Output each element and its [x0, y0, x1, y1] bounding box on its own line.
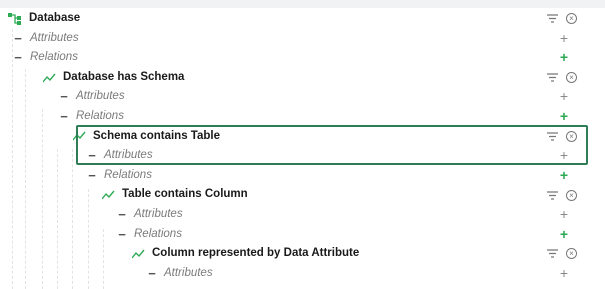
- relations-label: Relations: [104, 168, 152, 181]
- filter-icon[interactable]: [547, 249, 558, 259]
- add-relation-button[interactable]: +: [557, 225, 571, 245]
- trend-line-icon: [43, 73, 56, 83]
- add-attribute-button[interactable]: +: [557, 264, 571, 284]
- add-attribute-button[interactable]: +: [557, 29, 571, 49]
- collapse-icon[interactable]: −: [116, 205, 128, 225]
- collapse-icon[interactable]: −: [12, 48, 24, 68]
- trend-line-icon: [102, 190, 115, 200]
- collapse-icon[interactable]: −: [12, 29, 24, 49]
- attributes-label: Attributes: [30, 31, 79, 44]
- close-circle-icon[interactable]: ×: [566, 13, 577, 25]
- attributes-label: Attributes: [134, 207, 183, 220]
- node-label: Schema contains Table: [93, 129, 220, 142]
- node-label: Column represented by Data Attribute: [152, 247, 360, 260]
- relations-label: Relations: [30, 51, 78, 64]
- collapse-icon[interactable]: −: [86, 146, 98, 166]
- collapse-icon[interactable]: −: [58, 107, 70, 127]
- tree-row-relations[interactable]: − Relations +: [0, 166, 605, 186]
- tree-row-attributes[interactable]: − Attributes +: [0, 264, 605, 284]
- node-label: Database: [29, 12, 81, 24]
- add-attribute-button[interactable]: +: [557, 87, 571, 107]
- tree-row-column-represented-by-data-attribute[interactable]: Column represented by Data Attribute ×: [0, 244, 605, 264]
- filter-icon[interactable]: [547, 132, 558, 141]
- top-strip: [0, 0, 605, 8]
- relations-label: Relations: [134, 227, 182, 240]
- tree-row-relations[interactable]: − Relations +: [0, 48, 605, 68]
- attributes-label: Attributes: [104, 149, 153, 162]
- close-circle-icon[interactable]: ×: [566, 189, 577, 201]
- add-attribute-button[interactable]: +: [557, 146, 571, 166]
- close-circle-icon[interactable]: ×: [566, 248, 577, 260]
- tree-row-database-has-schema[interactable]: Database has Schema ×: [0, 68, 605, 88]
- tree-row-schema-contains-table[interactable]: Schema contains Table ×: [0, 127, 605, 147]
- filter-icon[interactable]: [547, 14, 558, 23]
- relations-label: Relations: [76, 109, 124, 122]
- add-relation-button[interactable]: +: [557, 48, 571, 68]
- add-relation-button[interactable]: +: [557, 107, 571, 127]
- collapse-icon[interactable]: −: [86, 166, 98, 186]
- collapse-icon[interactable]: −: [146, 264, 158, 284]
- add-attribute-button[interactable]: +: [557, 205, 571, 225]
- relation-tree: Database × − Attributes + − Relations +: [0, 9, 605, 289]
- tree-row-table-contains-column[interactable]: Table contains Column ×: [0, 185, 605, 205]
- node-label: Database has Schema: [63, 70, 185, 83]
- filter-icon[interactable]: [547, 73, 558, 82]
- tree-row-attributes[interactable]: − Attributes +: [0, 87, 605, 107]
- filter-icon[interactable]: [547, 191, 558, 200]
- collapse-icon[interactable]: −: [58, 87, 70, 107]
- tree-row-relations[interactable]: − Relations +: [0, 107, 605, 127]
- close-circle-icon[interactable]: ×: [566, 72, 577, 84]
- attributes-label: Attributes: [164, 266, 213, 279]
- tree-row-attributes[interactable]: − Attributes +: [0, 146, 605, 166]
- tree-row-relations[interactable]: − Relations +: [0, 225, 605, 245]
- tree-row-attributes[interactable]: − Attributes +: [0, 29, 605, 49]
- hierarchy-icon: [8, 12, 21, 25]
- close-circle-icon[interactable]: ×: [566, 130, 577, 142]
- node-label: Table contains Column: [122, 188, 248, 201]
- tree-row-attributes[interactable]: − Attributes +: [0, 205, 605, 225]
- attributes-label: Attributes: [76, 90, 125, 103]
- add-relation-button[interactable]: +: [557, 166, 571, 186]
- tree-row-database[interactable]: Database ×: [0, 9, 605, 29]
- trend-line-icon: [132, 249, 145, 259]
- trend-line-icon: [73, 131, 86, 141]
- collapse-icon[interactable]: −: [116, 225, 128, 245]
